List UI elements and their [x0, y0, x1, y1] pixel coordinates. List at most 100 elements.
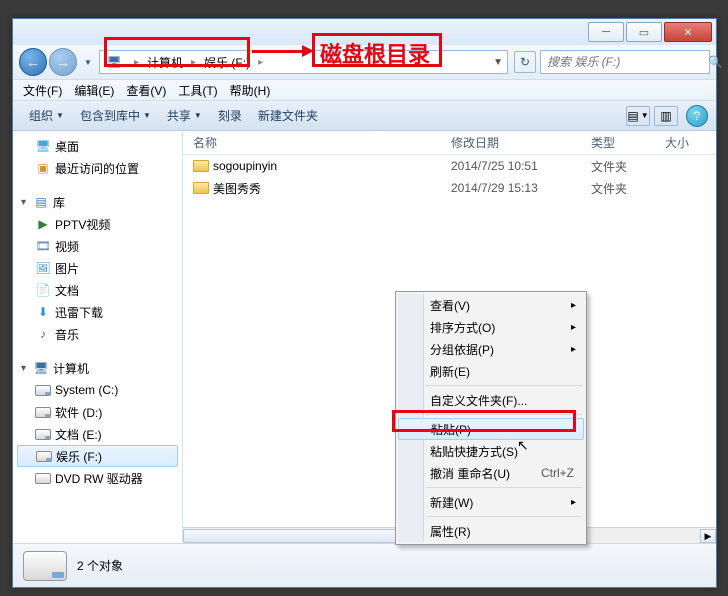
desktop-icon: 🖥 [35, 138, 51, 154]
ctx-undo[interactable]: 撤消 重命名(U)Ctrl+Z [398, 462, 584, 484]
maximize-button[interactable]: ▭ [626, 22, 662, 42]
nav-recent[interactable]: ▣最近访问的位置 [13, 157, 182, 179]
expand-icon: ▾ [21, 197, 33, 208]
drive-icon [35, 385, 51, 396]
forward-button[interactable]: → [49, 48, 77, 76]
nav-xunlei[interactable]: ⬇迅雷下载 [13, 301, 182, 323]
explorer-window: ─ ▭ ✕ ← → ▼ 🖥 ▸ 计算机 ▸ 娱乐 (F:) ▸ ▼ ↻ 🔍 文件… [12, 18, 717, 588]
nav-music[interactable]: ♪音乐 [13, 323, 182, 345]
menu-tools[interactable]: 工具(T) [172, 82, 223, 99]
document-icon: 📄 [35, 282, 51, 298]
crumb-computer[interactable]: 计算机 [141, 51, 189, 73]
close-button[interactable]: ✕ [664, 22, 712, 42]
chevron-right-icon: ▸ [189, 57, 198, 68]
address-bar[interactable]: 🖥 ▸ 计算机 ▸ 娱乐 (F:) ▸ ▼ [99, 50, 508, 74]
menu-file[interactable]: 文件(F) [17, 82, 68, 99]
drive-icon [35, 407, 51, 418]
back-button[interactable]: ← [19, 48, 47, 76]
ctx-group[interactable]: 分组依据(P)▸ [398, 338, 584, 360]
preview-pane-button[interactable]: ▥ [654, 106, 678, 126]
help-button[interactable]: ? [686, 105, 708, 127]
ctx-new[interactable]: 新建(W)▸ [398, 491, 584, 513]
ctx-view[interactable]: 查看(V)▸ [398, 294, 584, 316]
nav-history-dropdown[interactable]: ▼ [81, 55, 95, 69]
share-with-button[interactable]: 共享▼ [159, 107, 210, 124]
film-icon: 🎞 [35, 238, 51, 254]
list-item[interactable]: 美图秀秀 2014/7/29 15:13 文件夹 [183, 177, 716, 199]
file-type: 文件夹 [581, 158, 655, 175]
ctx-paste-shortcut[interactable]: 粘贴快捷方式(S) [398, 440, 584, 462]
col-name[interactable]: 名称 [183, 134, 441, 151]
scroll-right-button[interactable]: ▶ [700, 529, 716, 543]
submenu-arrow-icon: ▸ [571, 300, 576, 311]
nav-drive-c[interactable]: System (C:) [13, 379, 182, 401]
expand-icon: ▾ [21, 363, 33, 374]
nav-pictures[interactable]: 🖼图片 [13, 257, 182, 279]
nav-pptv[interactable]: ▶PPTV视频 [13, 213, 182, 235]
nav-drive-f[interactable]: 娱乐 (F:) [17, 445, 178, 467]
nav-dvd[interactable]: DVD RW 驱动器 [13, 467, 182, 489]
ctx-paste[interactable]: 粘贴(P) [398, 418, 584, 440]
file-name: sogoupinyin [213, 159, 277, 173]
shortcut-label: Ctrl+Z [541, 466, 574, 480]
chevron-right-icon: ▸ [256, 57, 265, 68]
video-icon: ▶ [35, 216, 51, 232]
file-date: 2014/7/29 15:13 [441, 181, 581, 195]
search-box[interactable]: 🔍 [540, 50, 710, 74]
burn-button[interactable]: 刻录 [210, 107, 250, 124]
command-bar: 组织▼ 包含到库中▼ 共享▼ 刻录 新建文件夹 ▤▼ ▥ ? [13, 101, 716, 131]
nav-drive-e[interactable]: 文档 (E:) [13, 423, 182, 445]
nav-libraries[interactable]: ▾▤库 [13, 191, 182, 213]
file-date: 2014/7/25 10:51 [441, 159, 581, 173]
title-bar: ─ ▭ ✕ [13, 19, 716, 45]
dvd-icon [35, 473, 51, 484]
col-size[interactable]: 大小 [655, 134, 716, 151]
object-count: 2 个对象 [77, 557, 123, 574]
recent-icon: ▣ [35, 160, 51, 176]
ctx-properties[interactable]: 属性(R) [398, 520, 584, 542]
search-icon: 🔍 [708, 55, 723, 69]
new-folder-button[interactable]: 新建文件夹 [250, 107, 326, 124]
chevron-right-icon: ▸ [132, 57, 141, 68]
refresh-button[interactable]: ↻ [514, 51, 536, 73]
context-menu: 查看(V)▸ 排序方式(O)▸ 分组依据(P)▸ 刷新(E) 自定义文件夹(F)… [395, 291, 587, 545]
col-type[interactable]: 类型 [581, 134, 655, 151]
nav-desktop[interactable]: 🖥桌面 [13, 135, 182, 157]
ctx-sort[interactable]: 排序方式(O)▸ [398, 316, 584, 338]
menu-edit[interactable]: 编辑(E) [68, 82, 120, 99]
drive-large-icon [23, 551, 67, 581]
menu-help[interactable]: 帮助(H) [224, 82, 277, 99]
drive-icon [35, 429, 51, 440]
search-input[interactable] [547, 55, 704, 69]
nav-drive-d[interactable]: 软件 (D:) [13, 401, 182, 423]
file-type: 文件夹 [581, 180, 655, 197]
nav-documents[interactable]: 📄文档 [13, 279, 182, 301]
chevron-down-icon: ▼ [194, 111, 202, 120]
col-date[interactable]: 修改日期 [441, 134, 581, 151]
computer-icon: 🖥 [33, 360, 49, 376]
nav-videos[interactable]: 🎞视频 [13, 235, 182, 257]
nav-bar: ← → ▼ 🖥 ▸ 计算机 ▸ 娱乐 (F:) ▸ ▼ ↻ 🔍 [13, 45, 716, 79]
crumb-drive[interactable]: 娱乐 (F:) [198, 51, 256, 73]
picture-icon: 🖼 [35, 260, 51, 276]
submenu-arrow-icon: ▸ [571, 322, 576, 333]
chevron-down-icon: ▼ [56, 111, 64, 120]
organize-button[interactable]: 组织▼ [21, 107, 72, 124]
nav-computer[interactable]: ▾🖥计算机 [13, 357, 182, 379]
library-icon: ▤ [33, 194, 49, 210]
list-item[interactable]: sogoupinyin 2014/7/25 10:51 文件夹 [183, 155, 716, 177]
view-mode-button[interactable]: ▤▼ [626, 106, 650, 126]
address-dropdown-icon[interactable]: ▼ [493, 57, 503, 68]
music-icon: ♪ [35, 326, 51, 342]
ctx-customize[interactable]: 自定义文件夹(F)... [398, 389, 584, 411]
chevron-down-icon: ▼ [143, 111, 151, 120]
ctx-refresh[interactable]: 刷新(E) [398, 360, 584, 382]
include-in-library-button[interactable]: 包含到库中▼ [72, 107, 159, 124]
menu-view[interactable]: 查看(V) [120, 82, 172, 99]
submenu-arrow-icon: ▸ [571, 344, 576, 355]
minimize-button[interactable]: ─ [588, 22, 624, 42]
download-icon: ⬇ [35, 304, 51, 320]
file-name: 美图秀秀 [213, 180, 261, 197]
column-headers: 名称 修改日期 类型 大小 [183, 131, 716, 155]
folder-icon [193, 160, 209, 172]
